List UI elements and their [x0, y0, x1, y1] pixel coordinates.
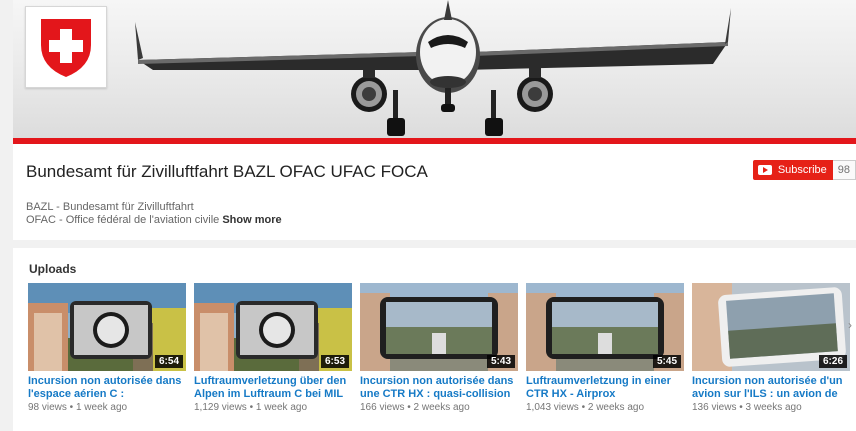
uploads-heading[interactable]: Uploads [29, 262, 76, 276]
video-meta: 1,043 views • 2 weeks ago [526, 402, 645, 413]
subscribe-label: Subscribe [777, 164, 827, 176]
video-duration: 5:43 [486, 355, 515, 368]
subscriber-count: 98 [832, 160, 856, 180]
video-title[interactable]: Incursion non autorisée dans une CTR HX … [360, 375, 518, 401]
video-item: 6:54 Incursion non autorisée dans l'espa… [28, 283, 186, 413]
channel-title[interactable]: Bundesamt für Zivilluftfahrt BAZL OFAC U… [26, 162, 428, 182]
video-thumbnail[interactable]: 5:45 [526, 283, 684, 371]
chevron-right-icon[interactable]: › [848, 318, 856, 338]
video-item: 6:26 Incursion non autorisée d'un avion … [692, 283, 850, 413]
video-item: 5:43 Incursion non autorisée dans une CT… [360, 283, 518, 413]
channel-description: BAZL - Bundesamt für Zivilluftfahrt OFAC… [26, 201, 282, 227]
banner-image [13, 0, 856, 140]
video-meta: 166 views • 2 weeks ago [360, 402, 470, 413]
swiss-cross-shield-icon [41, 19, 91, 77]
channel-avatar[interactable] [25, 6, 107, 88]
video-thumbnail[interactable]: 6:26 [692, 283, 850, 371]
banner-red-stripe [13, 138, 856, 144]
description-line-2: OFAC - Office fédéral de l'aviation civi… [26, 214, 282, 226]
video-title[interactable]: Incursion non autorisée d'un avion sur l… [692, 375, 850, 401]
airplane-illustration [135, 0, 731, 136]
uploads-section: Uploads 6:54 Incursion non autorisée dan… [13, 248, 856, 431]
video-duration: 5:45 [652, 355, 681, 368]
video-duration: 6:54 [154, 355, 183, 368]
description-line-1: BAZL - Bundesamt für Zivilluftfahrt [26, 201, 194, 213]
video-item: 6:53 Luftraumverletzung über den Alpen i… [194, 283, 352, 413]
video-thumbnail[interactable]: 6:53 [194, 283, 352, 371]
subscribe-control: Subscribe 98 [752, 160, 856, 180]
video-thumbnail[interactable]: 6:54 [28, 283, 186, 371]
channel-banner [13, 0, 856, 148]
video-meta: 1,129 views • 1 week ago [194, 402, 308, 413]
video-title[interactable]: Incursion non autorisée dans l'espace aé… [28, 375, 186, 401]
subscribe-button[interactable]: Subscribe [752, 160, 833, 180]
youtube-play-icon [757, 165, 772, 175]
video-duration: 6:26 [818, 355, 847, 368]
video-meta: 98 views • 1 week ago [28, 402, 128, 413]
video-title[interactable]: Luftraumverletzung über den Alpen im Luf… [194, 375, 352, 401]
show-more-link[interactable]: Show more [222, 214, 281, 226]
video-meta: 136 views • 3 weeks ago [692, 402, 802, 413]
video-title[interactable]: Luftraumverletzung in einer CTR HX - Air… [526, 375, 684, 401]
video-item: 5:45 Luftraumverletzung in einer CTR HX … [526, 283, 684, 413]
video-thumbnail[interactable]: 5:43 [360, 283, 518, 371]
video-duration: 6:53 [320, 355, 349, 368]
channel-header: Bundesamt für Zivilluftfahrt BAZL OFAC U… [13, 148, 856, 240]
